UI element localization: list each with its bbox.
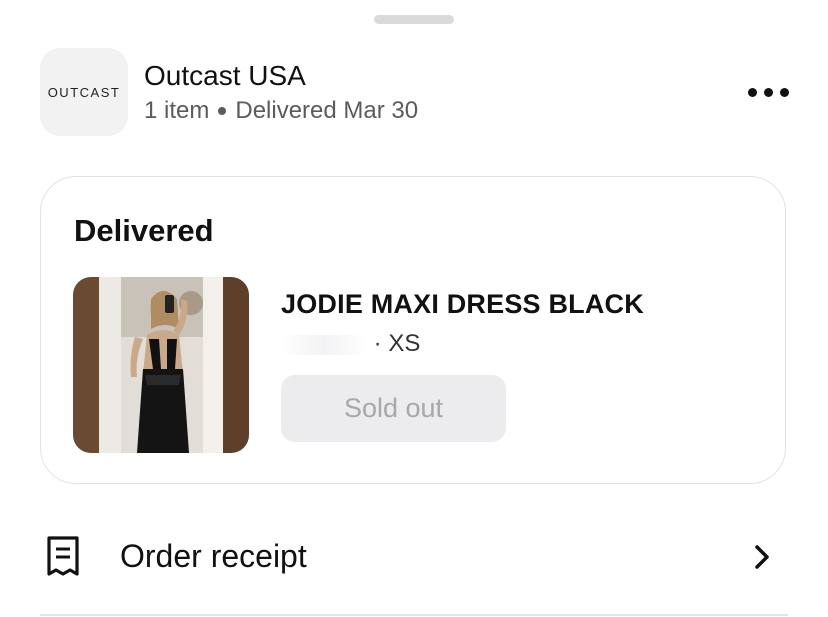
bullet-separator: [218, 107, 227, 115]
store-name[interactable]: Outcast USA: [144, 60, 306, 92]
variant-separator: ·: [373, 330, 389, 357]
sold-out-button[interactable]: Sold out: [281, 375, 506, 442]
more-dot-icon: [779, 87, 789, 97]
store-logo[interactable]: OUTCAST: [40, 48, 128, 136]
order-summary: 1 item Delivered Mar 30: [144, 97, 418, 125]
order-receipt-label: Order receipt: [120, 538, 307, 574]
product-size: XS: [388, 330, 421, 357]
sheet-drag-handle[interactable]: [374, 15, 454, 24]
delivery-status-text: Delivered Mar 30: [235, 97, 419, 124]
order-detail-sheet: OUTCAST Outcast USA 1 item Delivered Mar…: [0, 0, 828, 617]
product-variant: · XS: [281, 330, 420, 358]
redacted-color-text: [281, 334, 367, 355]
product-photo: [73, 277, 249, 453]
more-dot-icon: [763, 87, 773, 97]
more-options-button[interactable]: [742, 78, 794, 106]
receipt-icon: [47, 536, 79, 576]
delivery-status-heading: Delivered: [74, 213, 214, 248]
product-image[interactable]: [73, 277, 249, 453]
order-status-card: Delivered JODIE MAXI DRESS BLACK · XS So…: [40, 176, 786, 484]
chevron-right-icon: [755, 545, 769, 569]
product-title[interactable]: JODIE MAXI DRESS BLACK: [281, 289, 644, 320]
store-logo-text: OUTCAST: [47, 84, 121, 100]
more-dot-icon: [747, 87, 757, 97]
order-receipt-row[interactable]: Order receipt: [40, 520, 788, 596]
item-count: 1 item: [144, 97, 210, 124]
divider: [40, 614, 788, 616]
